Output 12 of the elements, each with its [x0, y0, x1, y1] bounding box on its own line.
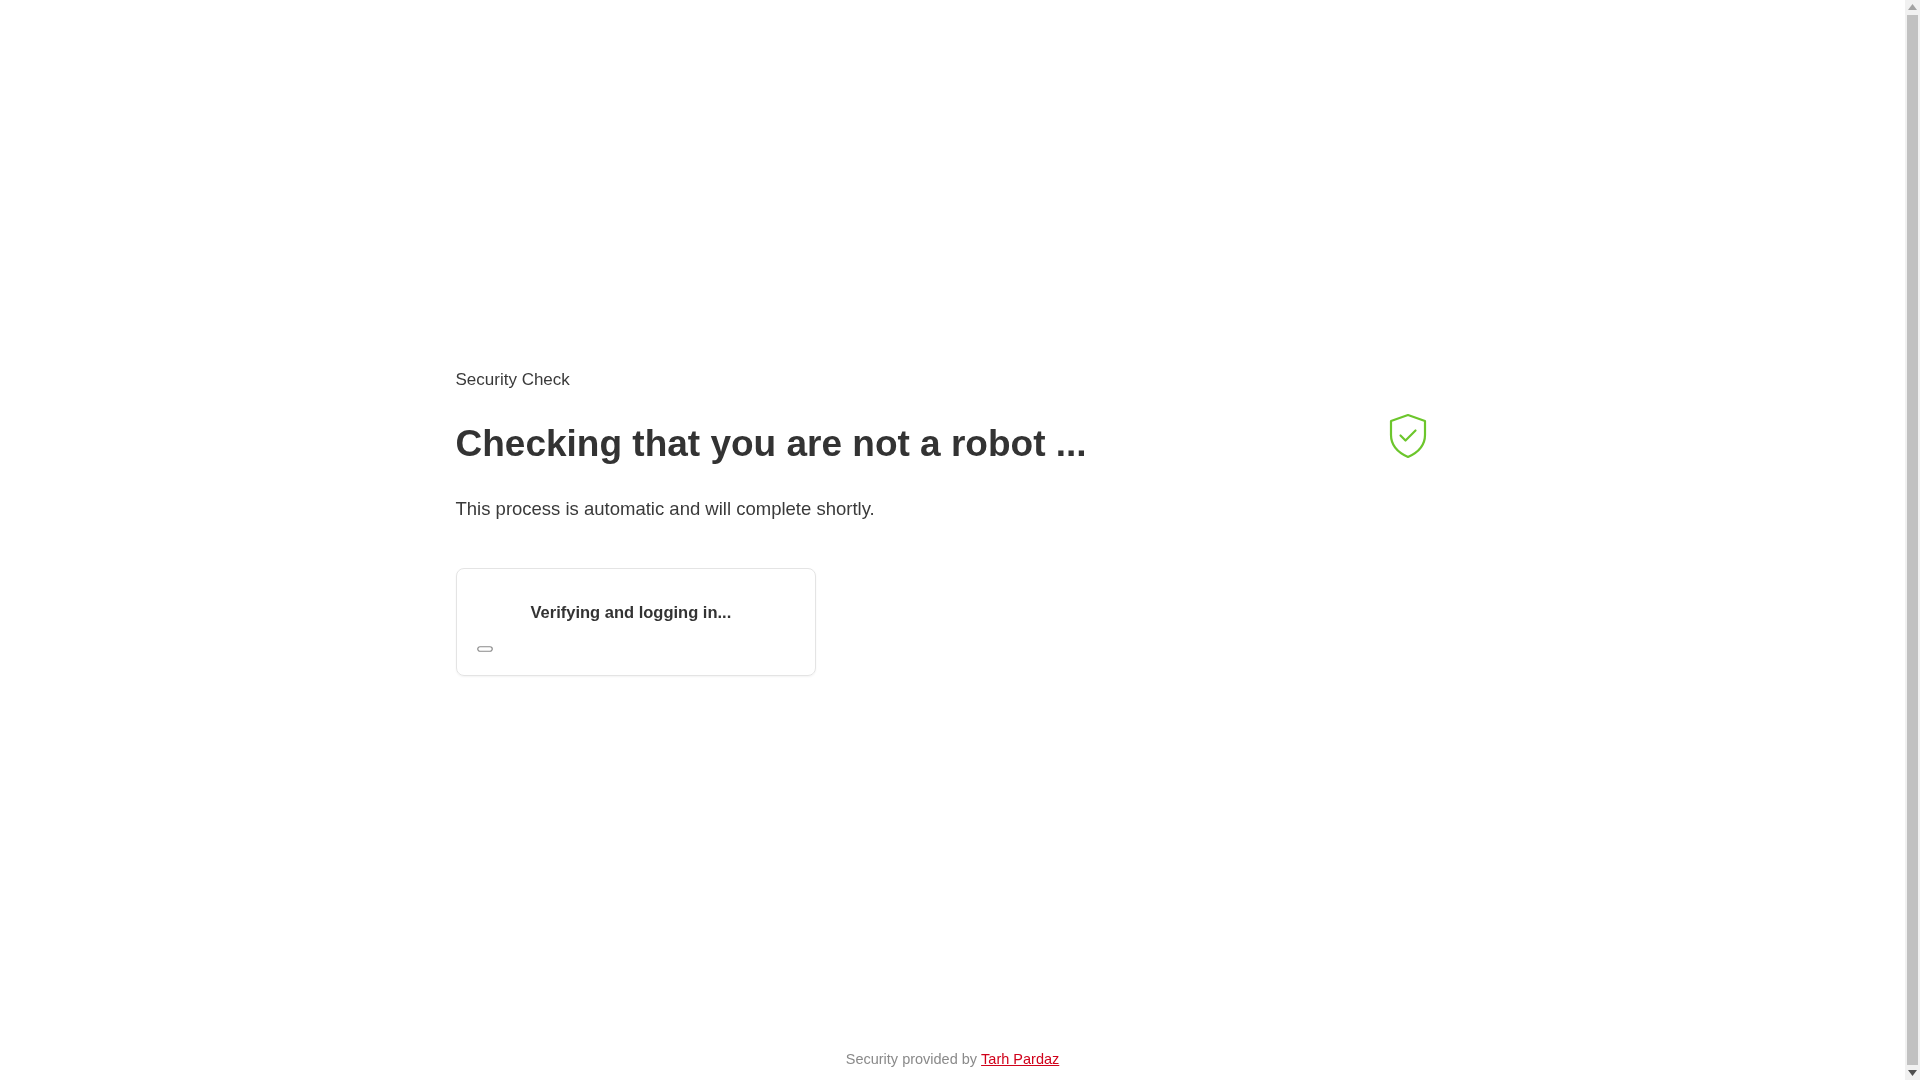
pill-icon	[476, 646, 493, 652]
provider-link[interactable]: Tarh Pardaz	[981, 1051, 1060, 1067]
description-text: This process is automatic and will complete shortly.	[455, 497, 876, 521]
footer-text: Security provided by	[845, 1051, 978, 1067]
scrollbar[interactable]	[1905, 0, 1920, 1080]
scrollbar-thumb[interactable]	[1907, 15, 1918, 1065]
page-heading: Checking that you are not a robot ...	[455, 422, 1087, 466]
scroll-up-icon[interactable]	[1908, 4, 1917, 10]
scroll-down-icon[interactable]	[1908, 1070, 1917, 1076]
shield-check-icon	[1387, 413, 1428, 459]
page-label: Security Check	[455, 369, 571, 391]
verification-message: Verifying and logging in...	[530, 602, 732, 623]
